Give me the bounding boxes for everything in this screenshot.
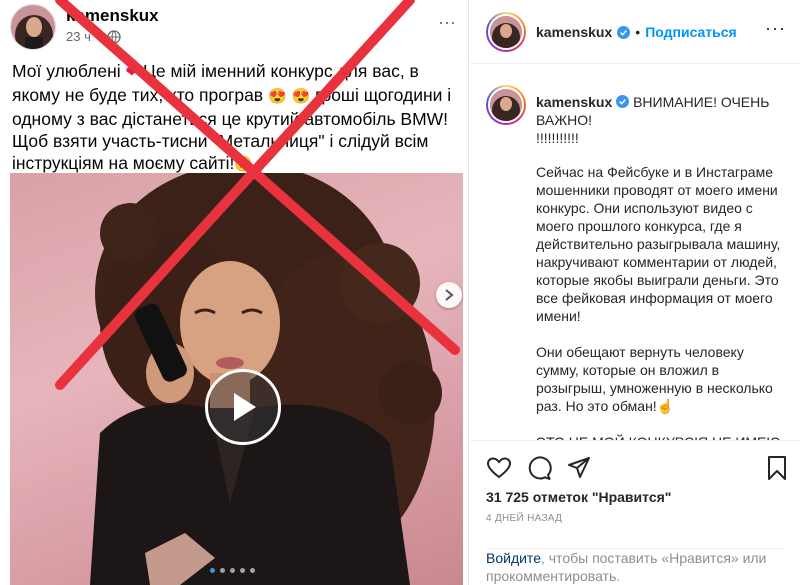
dot-separator: · (96, 29, 102, 44)
red-heart-icon: ❤ (125, 64, 139, 81)
fb-text-line-7: інструкціям на моєму сайті! (12, 153, 235, 173)
ig-caption-headline: kamenskux ВНИМАНИЕ! ОЧЕНЬ ВАЖНО! !!!!!!!… (536, 93, 786, 147)
fb-text-line-4: гроші щогодини і (310, 85, 452, 105)
dot-separator: • (635, 24, 641, 40)
ig-username[interactable]: kamenskux (536, 24, 612, 40)
fb-text-line-2: Це мій іменний конкурс для вас, в (142, 61, 419, 81)
ig-caption-username[interactable]: kamenskux (536, 94, 612, 110)
chevron-right-icon (445, 289, 454, 301)
carousel-dot (250, 568, 255, 573)
save-bookmark-icon[interactable] (764, 455, 790, 481)
verified-badge-icon (617, 25, 631, 39)
carousel-dot (210, 568, 215, 573)
fb-author-avatar[interactable] (10, 4, 56, 50)
follow-button[interactable]: Подписаться (645, 24, 737, 40)
ig-caption-exclaim: !!!!!!!!!!! (536, 130, 579, 146)
instagram-post-panel: kamenskux • Подписаться ··· kamenskux ВН… (470, 0, 800, 585)
fb-text-line-6: Щоб взяти участь-тисни "Метальниця" і сл… (12, 131, 429, 151)
play-icon (234, 393, 256, 421)
login-link[interactable]: Войдите (486, 550, 541, 566)
fb-timestamp[interactable]: 23 ч (66, 29, 91, 44)
likes-count[interactable]: 31 725 отметок "Нравится" (486, 489, 671, 505)
verified-badge-icon (616, 95, 630, 108)
facebook-post: kamenskux 23 ч · ··· Мої улюблені ❤ Це м… (0, 0, 469, 585)
globe-icon (107, 29, 121, 44)
fb-post-video[interactable] (10, 173, 463, 585)
heart-eyes-emoji-icon: 😍 (291, 88, 311, 105)
ig-avatar[interactable] (486, 12, 526, 52)
ig-post-header: kamenskux • Подписаться ··· (470, 0, 800, 64)
carousel-next-button[interactable] (436, 282, 462, 308)
share-icon[interactable] (566, 455, 592, 481)
fb-author-name[interactable]: kamenskux (66, 6, 159, 26)
ig-actions-section: 31 725 отметок "Нравится" 4 ДНЕЙ НАЗАД В… (470, 440, 800, 584)
comment-icon[interactable] (526, 455, 552, 481)
like-heart-icon[interactable] (486, 455, 512, 481)
fb-post-text: Мої улюблені ❤ Це мій іменний конкурс дл… (12, 60, 460, 176)
carousel-dots (210, 568, 255, 573)
login-prompt: Войдите, чтобы поставить «Нравится» или … (486, 548, 786, 585)
wink-emoji-icon: 😉 (234, 156, 254, 173)
play-button[interactable] (205, 369, 281, 445)
ig-header-user: kamenskux • Подписаться (536, 24, 737, 40)
heart-eyes-emoji-icon: 😍 (267, 88, 287, 105)
fb-text-line-3: якому не буде тих, хто програв (12, 85, 268, 105)
ig-caption-body: Сейчас на Фейсбуке и в Инстаграме мошенн… (536, 164, 781, 440)
more-options-icon[interactable]: ··· (765, 18, 786, 39)
post-time[interactable]: 4 ДНЕЙ НАЗАД (486, 513, 562, 524)
fb-text-line-1: Мої улюблені (12, 61, 126, 81)
carousel-dot (230, 568, 235, 573)
fb-text-line-5: одному з вас дістанеться це крутий автом… (12, 109, 449, 129)
more-options-icon[interactable]: ··· (438, 12, 456, 33)
carousel-dot (240, 568, 245, 573)
carousel-dot (220, 568, 225, 573)
fb-post-meta: 23 ч · (66, 29, 121, 44)
ig-caption-area: kamenskux ВНИМАНИЕ! ОЧЕНЬ ВАЖНО! !!!!!!!… (470, 65, 800, 440)
ig-caption-avatar[interactable] (486, 85, 526, 125)
